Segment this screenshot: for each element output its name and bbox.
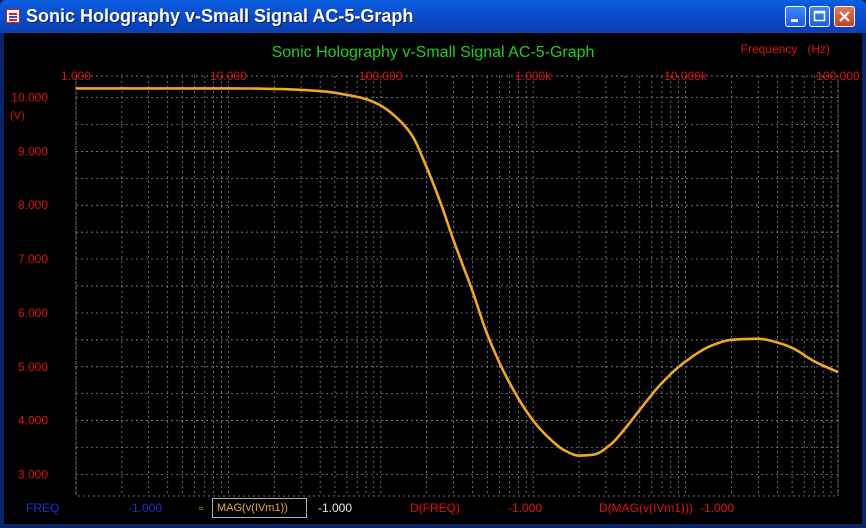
x-tick-label: 100.000 [359, 69, 403, 83]
x-tick-label: 10.000k [664, 69, 708, 83]
x-tick-label: 1.000 [61, 69, 91, 83]
dfreq-value: -1.000 [508, 501, 543, 515]
y-tick-label: 9.000 [18, 144, 48, 158]
y-tick-label: 6.000 [18, 306, 48, 320]
dmag-label: D(MAG(v(IVm1))) [599, 501, 693, 515]
graph-window: Sonic Holography v-Small Signal AC-5-Gra… [0, 0, 866, 528]
y-tick-label: 7.000 [18, 252, 48, 266]
graph-canvas[interactable]: Sonic Holography v-Small Signal AC-5-Gra… [0, 0, 866, 528]
dfreq-label: D(FREQ) [410, 501, 460, 515]
y-axis-label: (V) [10, 110, 25, 122]
freq-label: FREQ [26, 501, 60, 515]
x-axis-label: Frequency (Hz) [741, 42, 830, 56]
y-tick-label: 3.000 [18, 467, 48, 481]
y-tick-labels: 10.000 9.000 8.000 7.000 6.000 5.000 4.000 3.00… [11, 91, 48, 482]
dmag-value: -1.000 [700, 501, 735, 515]
x-tick-label: 10.000 [210, 69, 247, 83]
trace-line [76, 87, 839, 457]
y-tick-label: 10.000 [11, 91, 48, 105]
freq-value: -1.000 [128, 501, 163, 515]
legend-series-label: MAG(v(IVm1)) [217, 502, 288, 514]
x-tick-label: 1.000k [515, 69, 552, 83]
traces [76, 87, 839, 457]
x-tick-label: 100.000 [816, 69, 860, 83]
legend-swatch: ▫ [199, 501, 204, 515]
x-tick-labels: 1.000 10.000 100.000 1.000k 10.000k 100.000 [61, 69, 860, 83]
y-tick-label: 5.000 [18, 360, 48, 374]
y-tick-label: 4.000 [18, 414, 48, 428]
series-value: -1.000 [318, 501, 353, 515]
y-tick-label: 8.000 [18, 198, 48, 212]
grid [75, 75, 839, 497]
chart-title: Sonic Holography v-Small Signal AC-5-Gra… [272, 44, 595, 61]
